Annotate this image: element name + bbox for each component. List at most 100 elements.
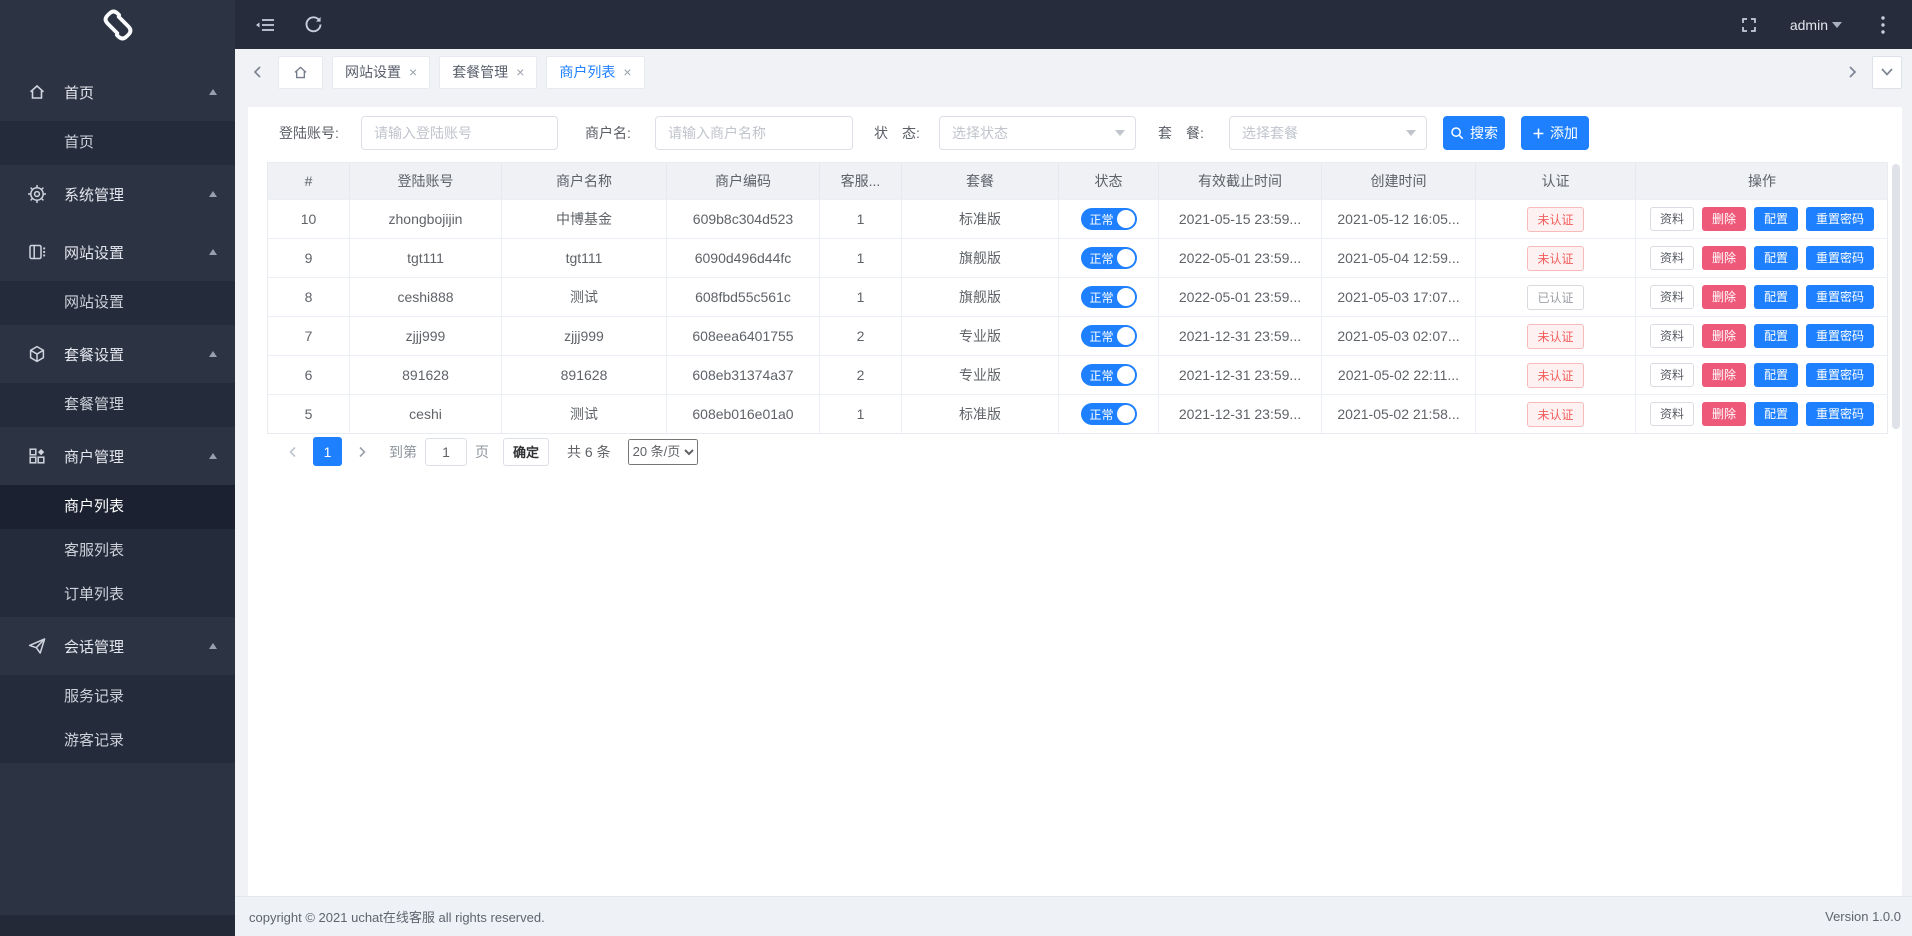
status-toggle[interactable]: 正常: [1081, 325, 1137, 347]
close-icon[interactable]: ×: [623, 65, 631, 79]
plus-icon: [1532, 127, 1545, 140]
sidebar-item[interactable]: 订单列表: [0, 573, 235, 617]
tabs-scroll-left-icon[interactable]: [247, 56, 269, 89]
prev-page-icon[interactable]: [285, 445, 301, 459]
reset-password-button[interactable]: 重置密码: [1806, 363, 1874, 387]
home-icon: [27, 82, 47, 102]
toggle-knob: [1117, 366, 1135, 384]
cell-actions: 资料删除配置重置密码: [1636, 199, 1888, 238]
profile-button[interactable]: 资料: [1650, 246, 1694, 270]
sidebar-item[interactable]: 游客记录: [0, 719, 235, 763]
config-button[interactable]: 配置: [1754, 246, 1798, 270]
site-icon: [27, 242, 47, 262]
add-button[interactable]: 添加: [1521, 116, 1589, 150]
tab-2[interactable]: 商户列表×: [546, 56, 644, 89]
tab-1[interactable]: 套餐管理×: [439, 56, 537, 89]
delete-button[interactable]: 删除: [1702, 324, 1746, 348]
tabs-dropdown-button[interactable]: [1872, 56, 1902, 89]
sidebar-item[interactable]: 商户列表: [0, 485, 235, 529]
column-header: 登陆账号: [350, 163, 502, 199]
status-toggle[interactable]: 正常: [1081, 286, 1137, 308]
menu-group-label: 首页: [64, 82, 209, 103]
config-button[interactable]: 配置: [1754, 363, 1798, 387]
collapse-sidebar-icon[interactable]: [252, 12, 278, 38]
config-button[interactable]: 配置: [1754, 402, 1798, 426]
refresh-icon[interactable]: [300, 12, 326, 38]
status-toggle[interactable]: 正常: [1081, 208, 1137, 230]
table-row: 5ceshi测试608eb016e01a01标准版正常2021-12-31 23…: [268, 394, 1887, 433]
delete-button[interactable]: 删除: [1702, 363, 1746, 387]
user-menu[interactable]: admin: [1790, 17, 1842, 33]
sidebar-bottom-strip: [0, 915, 235, 936]
more-menu-icon[interactable]: [1870, 12, 1896, 38]
reset-password-button[interactable]: 重置密码: [1806, 285, 1874, 309]
cell-name: zjjj999: [502, 316, 667, 355]
profile-button[interactable]: 资料: [1650, 324, 1694, 348]
menu-group-4[interactable]: 商户管理: [0, 427, 235, 485]
menu-group-2[interactable]: 网站设置: [0, 223, 235, 281]
confirm-page-button[interactable]: 确定: [503, 438, 549, 466]
profile-button[interactable]: 资料: [1650, 363, 1694, 387]
login-account-input[interactable]: [361, 116, 558, 150]
fullscreen-icon[interactable]: [1736, 12, 1762, 38]
menu-group-3[interactable]: 套餐设置: [0, 325, 235, 383]
config-button[interactable]: 配置: [1754, 285, 1798, 309]
cell-created: 2021-05-03 17:07...: [1322, 277, 1476, 316]
close-icon[interactable]: ×: [516, 65, 524, 79]
status-toggle[interactable]: 正常: [1081, 403, 1137, 425]
search-icon: [1450, 126, 1465, 141]
menu-group-0[interactable]: 首页: [0, 63, 235, 121]
sidebar-item[interactable]: 首页: [0, 121, 235, 165]
menu-group-1[interactable]: 系统管理: [0, 165, 235, 223]
column-header: 有效截止时间: [1159, 163, 1322, 199]
profile-button[interactable]: 资料: [1650, 207, 1694, 231]
cell-auth: 未认证: [1476, 355, 1636, 394]
reset-password-button[interactable]: 重置密码: [1806, 402, 1874, 426]
cell-auth: 未认证: [1476, 199, 1636, 238]
page-button-1[interactable]: 1: [313, 437, 342, 466]
jump-page-input[interactable]: [425, 438, 467, 466]
tab-0[interactable]: 网站设置 ×: [332, 56, 430, 89]
tabs-scroll-right-icon[interactable]: [1841, 56, 1863, 89]
config-button[interactable]: 配置: [1754, 207, 1798, 231]
sidebar-item[interactable]: 服务记录: [0, 675, 235, 719]
table-scrollbar[interactable]: [1892, 164, 1900, 429]
reset-password-button[interactable]: 重置密码: [1806, 246, 1874, 270]
menu-group-5[interactable]: 会话管理: [0, 617, 235, 675]
home-icon: [292, 64, 309, 81]
gear-icon: [27, 184, 47, 204]
chevron-down-icon: [1406, 130, 1416, 136]
sidebar-item[interactable]: 套餐管理: [0, 383, 235, 427]
sidebar-item[interactable]: 网站设置: [0, 281, 235, 325]
merchant-name-input[interactable]: [655, 116, 853, 150]
cell-expire: 2021-12-31 23:59...: [1159, 394, 1322, 433]
status-toggle[interactable]: 正常: [1081, 247, 1137, 269]
pagination: 1 到第 页 确定 共 6 条 20 条/页: [285, 437, 698, 466]
delete-button[interactable]: 删除: [1702, 285, 1746, 309]
cell-auth: 未认证: [1476, 238, 1636, 277]
menu-group-label: 系统管理: [64, 184, 209, 205]
delete-button[interactable]: 删除: [1702, 207, 1746, 231]
tab-label: 网站设置: [345, 62, 401, 82]
delete-button[interactable]: 删除: [1702, 402, 1746, 426]
profile-button[interactable]: 资料: [1650, 402, 1694, 426]
cell-created: 2021-05-04 12:59...: [1322, 238, 1476, 277]
status-toggle[interactable]: 正常: [1081, 364, 1137, 386]
reset-password-button[interactable]: 重置密码: [1806, 207, 1874, 231]
search-button[interactable]: 搜索: [1443, 116, 1505, 150]
page-size-select[interactable]: 20 条/页: [628, 439, 698, 465]
close-icon[interactable]: ×: [409, 65, 417, 79]
auth-badge: 未认证: [1527, 324, 1583, 349]
config-button[interactable]: 配置: [1754, 324, 1798, 348]
cell-auth: 已认证: [1476, 277, 1636, 316]
tab-home[interactable]: [278, 56, 323, 89]
cell-name: 测试: [502, 277, 667, 316]
toggle-knob: [1117, 327, 1135, 345]
package-select[interactable]: 选择套餐: [1229, 116, 1427, 150]
reset-password-button[interactable]: 重置密码: [1806, 324, 1874, 348]
delete-button[interactable]: 删除: [1702, 246, 1746, 270]
status-select[interactable]: 选择状态: [939, 116, 1136, 150]
profile-button[interactable]: 资料: [1650, 285, 1694, 309]
sidebar-item[interactable]: 客服列表: [0, 529, 235, 573]
next-page-icon[interactable]: [354, 445, 370, 459]
